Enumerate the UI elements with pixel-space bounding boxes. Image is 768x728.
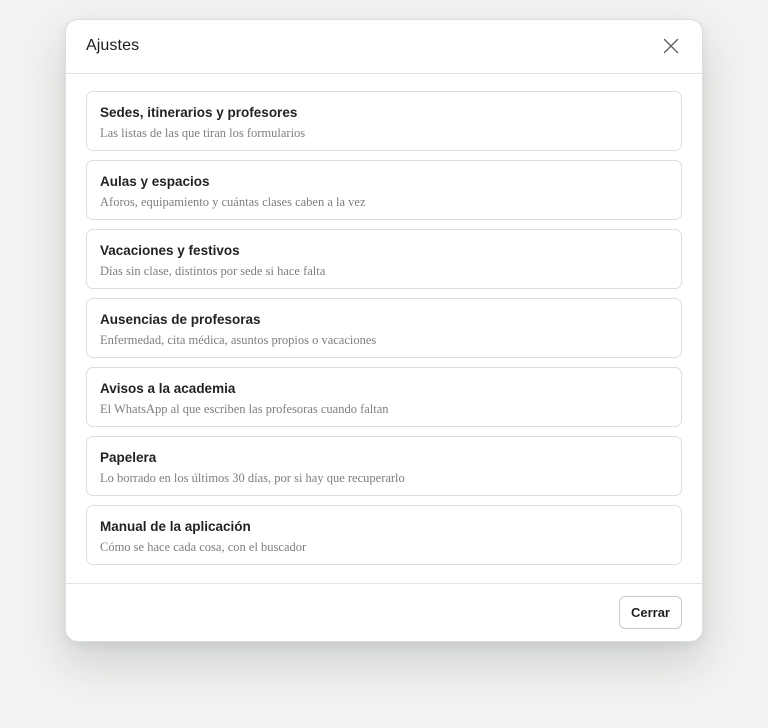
settings-item-aulas[interactable]: Aulas y espacios Aforos, equipamiento y … <box>86 160 682 220</box>
dialog-header: Ajustes <box>66 20 702 74</box>
settings-item-title: Vacaciones y festivos <box>100 243 240 258</box>
dialog-footer: Cerrar <box>66 583 702 641</box>
settings-item-title: Papelera <box>100 450 157 465</box>
dialog-title: Ajustes <box>86 37 140 54</box>
settings-item-description: Días sin clase, distintos por sede si ha… <box>100 264 326 278</box>
settings-list: Sedes, itinerarios y profesores Las list… <box>66 74 702 565</box>
settings-item-description: Las listas de las que tiran los formular… <box>100 126 306 140</box>
settings-item-avisos[interactable]: Avisos a la academia El WhatsApp al que … <box>86 367 682 427</box>
close-icon <box>663 38 679 54</box>
settings-item-vacaciones[interactable]: Vacaciones y festivos Días sin clase, di… <box>86 229 682 289</box>
settings-item-title: Avisos a la academia <box>100 381 236 396</box>
close-button[interactable] <box>658 33 684 59</box>
settings-item-title: Sedes, itinerarios y profesores <box>100 105 298 120</box>
cerrar-button[interactable]: Cerrar <box>618 596 682 629</box>
settings-item-papelera[interactable]: Papelera Lo borrado en los últimos 30 dí… <box>86 436 682 496</box>
settings-item-title: Ausencias de profesoras <box>100 312 261 327</box>
settings-dialog: Ajustes Sedes, itinerarios y profesores … <box>65 19 703 642</box>
settings-item-ausencias[interactable]: Ausencias de profesoras Enfermedad, cita… <box>86 298 682 358</box>
settings-item-description: Cómo se hace cada cosa, con el buscador <box>100 540 307 554</box>
settings-item-title: Manual de la aplicación <box>100 519 251 534</box>
settings-item-description: Aforos, equipamiento y cuántas clases ca… <box>100 195 366 209</box>
settings-item-title: Aulas y espacios <box>100 174 210 189</box>
settings-item-description: El WhatsApp al que escriben las profesor… <box>100 402 389 416</box>
settings-item-manual[interactable]: Manual de la aplicación Cómo se hace cad… <box>86 505 682 565</box>
settings-item-description: Lo borrado en los últimos 30 días, por s… <box>100 471 405 485</box>
settings-item-sedes[interactable]: Sedes, itinerarios y profesores Las list… <box>86 91 682 151</box>
settings-item-description: Enfermedad, cita médica, asuntos propios… <box>100 333 377 347</box>
